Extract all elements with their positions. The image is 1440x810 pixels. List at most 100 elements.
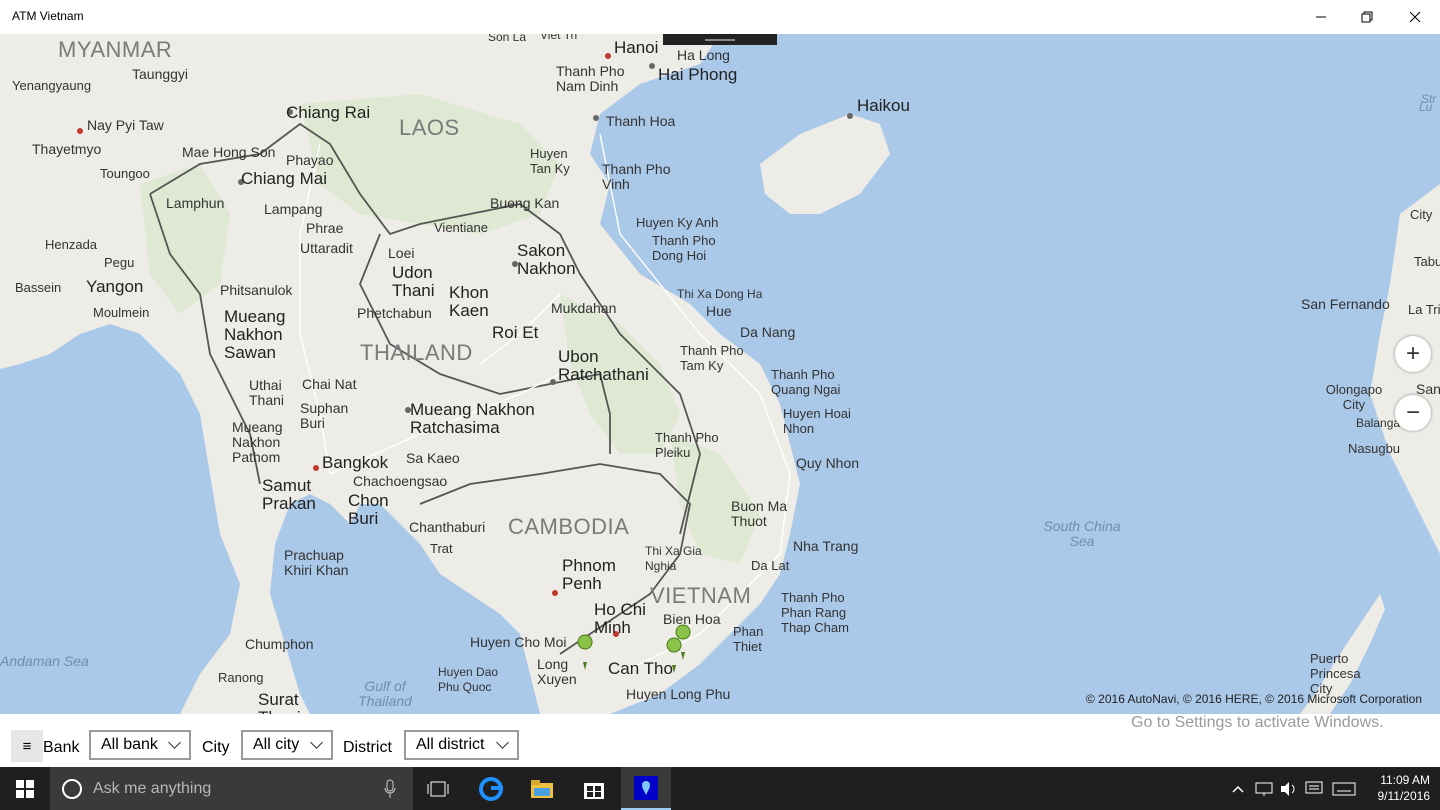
task-view-button[interactable] [413, 767, 463, 810]
start-button[interactable] [0, 767, 50, 810]
city-label: Bien Hoa [663, 611, 721, 627]
city-label: Can Tho [608, 659, 673, 678]
city-select[interactable]: All city [241, 730, 333, 760]
minimize-button[interactable] [1298, 0, 1344, 34]
city-label: Chumphon [245, 636, 314, 652]
activation-watermark: Go to Settings to activate Windows. [1131, 714, 1384, 731]
bank-select[interactable]: All bank [89, 730, 191, 760]
clock[interactable]: 11:09 AM 9/11/2016 [1378, 772, 1431, 804]
city-label: San [1416, 381, 1440, 397]
folder-icon [531, 779, 553, 798]
map-pin-icon [634, 775, 658, 800]
city-label: Sakon Nakhon [517, 241, 576, 278]
city-label: Thanh Pho Phan Rang Thap Cham [781, 590, 849, 635]
city-label: Viet Tri [540, 34, 578, 42]
map-copyright: © 2016 AutoNavi, © 2016 HERE, © 2016 Mic… [1086, 692, 1423, 706]
city-label: Ha Long [677, 47, 730, 63]
chevron-down-icon [310, 736, 323, 749]
store-button[interactable] [569, 767, 619, 810]
sea-label: Andaman Sea [0, 653, 89, 669]
taskbar: Ask me anything 11:09 AM 9/11/2016 [0, 767, 1440, 810]
bank-select-value: All bank [101, 736, 158, 753]
city-label: Son La [488, 34, 527, 44]
country-label: THAILAND [360, 340, 473, 365]
zoom-in-button[interactable]: + [1395, 336, 1431, 372]
city-label: Sa Kaeo [406, 450, 460, 466]
city-label: Nay Pyi Taw [87, 117, 164, 133]
volume-button[interactable] [1278, 767, 1300, 810]
file-explorer-button[interactable] [517, 767, 567, 810]
network-button[interactable] [1253, 767, 1275, 810]
city-label: City [1410, 207, 1433, 222]
plus-icon: + [1405, 340, 1420, 367]
volume-icon [1281, 781, 1295, 796]
city-label: Ubon Ratchathani [558, 347, 649, 384]
city-label: Phrae [306, 220, 344, 236]
restore-button[interactable] [1344, 0, 1390, 34]
filter-bar: ≡ Bank All bank City All city District A… [0, 714, 1440, 767]
search-placeholder: Ask me anything [93, 780, 212, 797]
chevron-down-icon [496, 736, 509, 749]
city-label: Quy Nhon [796, 455, 860, 471]
sea-label: Gulf of Thailand [358, 678, 412, 709]
city-label: Phnom Penh [562, 556, 616, 593]
atm-vietnam-taskbar-button[interactable] [621, 767, 671, 810]
windows-icon [16, 779, 34, 798]
city-label: Vientiane [434, 220, 488, 235]
city-label: Da Nang [740, 324, 796, 340]
city-label: Huyen Ky Anh [636, 215, 719, 230]
chevron-down-icon [168, 736, 181, 749]
action-center-button[interactable] [1303, 767, 1325, 810]
restore-icon [1361, 11, 1373, 23]
close-button[interactable] [1392, 0, 1438, 34]
city-label: Prachuap Khiri Khan [284, 547, 349, 578]
city-label: Thanh Hoa [606, 113, 676, 129]
zoom-out-button[interactable]: − [1395, 395, 1431, 431]
city-label: Chanthaburi [409, 519, 486, 535]
city-label: Tabu [1414, 254, 1440, 269]
city-label: Hai Phong [658, 65, 738, 84]
city-label: Henzada [45, 237, 98, 252]
map-view[interactable]: MYANMAR LAOS THAILAND CAMBODIA VIETNAM G… [0, 34, 1440, 714]
window-title: ATM Vietnam [12, 9, 84, 23]
city-label: Phitsanulok [220, 282, 293, 298]
city-label: Huyen Dao Phu Quoc [438, 665, 499, 694]
city-label: Huyen Cho Moi [470, 634, 567, 650]
task-view-icon [427, 781, 449, 796]
country-label: VIETNAM [650, 583, 752, 608]
country-label: CAMBODIA [508, 514, 630, 539]
city-label: Pegu [104, 255, 135, 270]
city-label: Ho Chi Minh [594, 600, 646, 637]
city-label: La Tri [1408, 302, 1440, 317]
map-drag-handle[interactable] [663, 34, 777, 45]
city-label: Thayetmyo [32, 141, 102, 157]
city-label: Thanh Pho Tam Ky [680, 343, 744, 373]
city-label: Phayao [286, 152, 334, 168]
cortana-icon [62, 779, 82, 799]
city-label: Thanh Pho Dong Hoi [652, 233, 716, 263]
city-label: Huyen Tan Ky [530, 146, 570, 176]
search-box[interactable]: Ask me anything [50, 767, 413, 810]
country-label: MYANMAR [58, 37, 173, 62]
city-label: Thi Xa Dong Ha [677, 287, 763, 301]
city-label: Roi Et [492, 323, 539, 342]
keyboard-button[interactable] [1330, 767, 1358, 810]
district-select[interactable]: All district [404, 730, 519, 760]
city-label: Hanoi [614, 38, 659, 57]
chevron-up-icon [1232, 785, 1244, 793]
city-label: Loei [388, 245, 415, 261]
edge-button[interactable] [466, 767, 516, 810]
city-label: Taunggyi [132, 66, 189, 82]
hamburger-icon: ≡ [22, 737, 32, 755]
show-hidden-icons-button[interactable] [1228, 767, 1248, 810]
city-label: Mueang Nakhon Sawan [224, 307, 286, 362]
city-label: Mueang Nakhon Pathom [232, 419, 283, 465]
city-label: City [202, 739, 230, 756]
city-label: Buon Ma Thuot [731, 498, 788, 529]
minus-icon: − [1405, 399, 1420, 426]
menu-button[interactable]: ≡ [11, 730, 43, 762]
keyboard-icon [1332, 782, 1356, 795]
city-label: Thanh Pho Pleiku [655, 430, 719, 460]
notification-icon [1305, 781, 1323, 793]
city-label: Toungoo [100, 166, 150, 181]
